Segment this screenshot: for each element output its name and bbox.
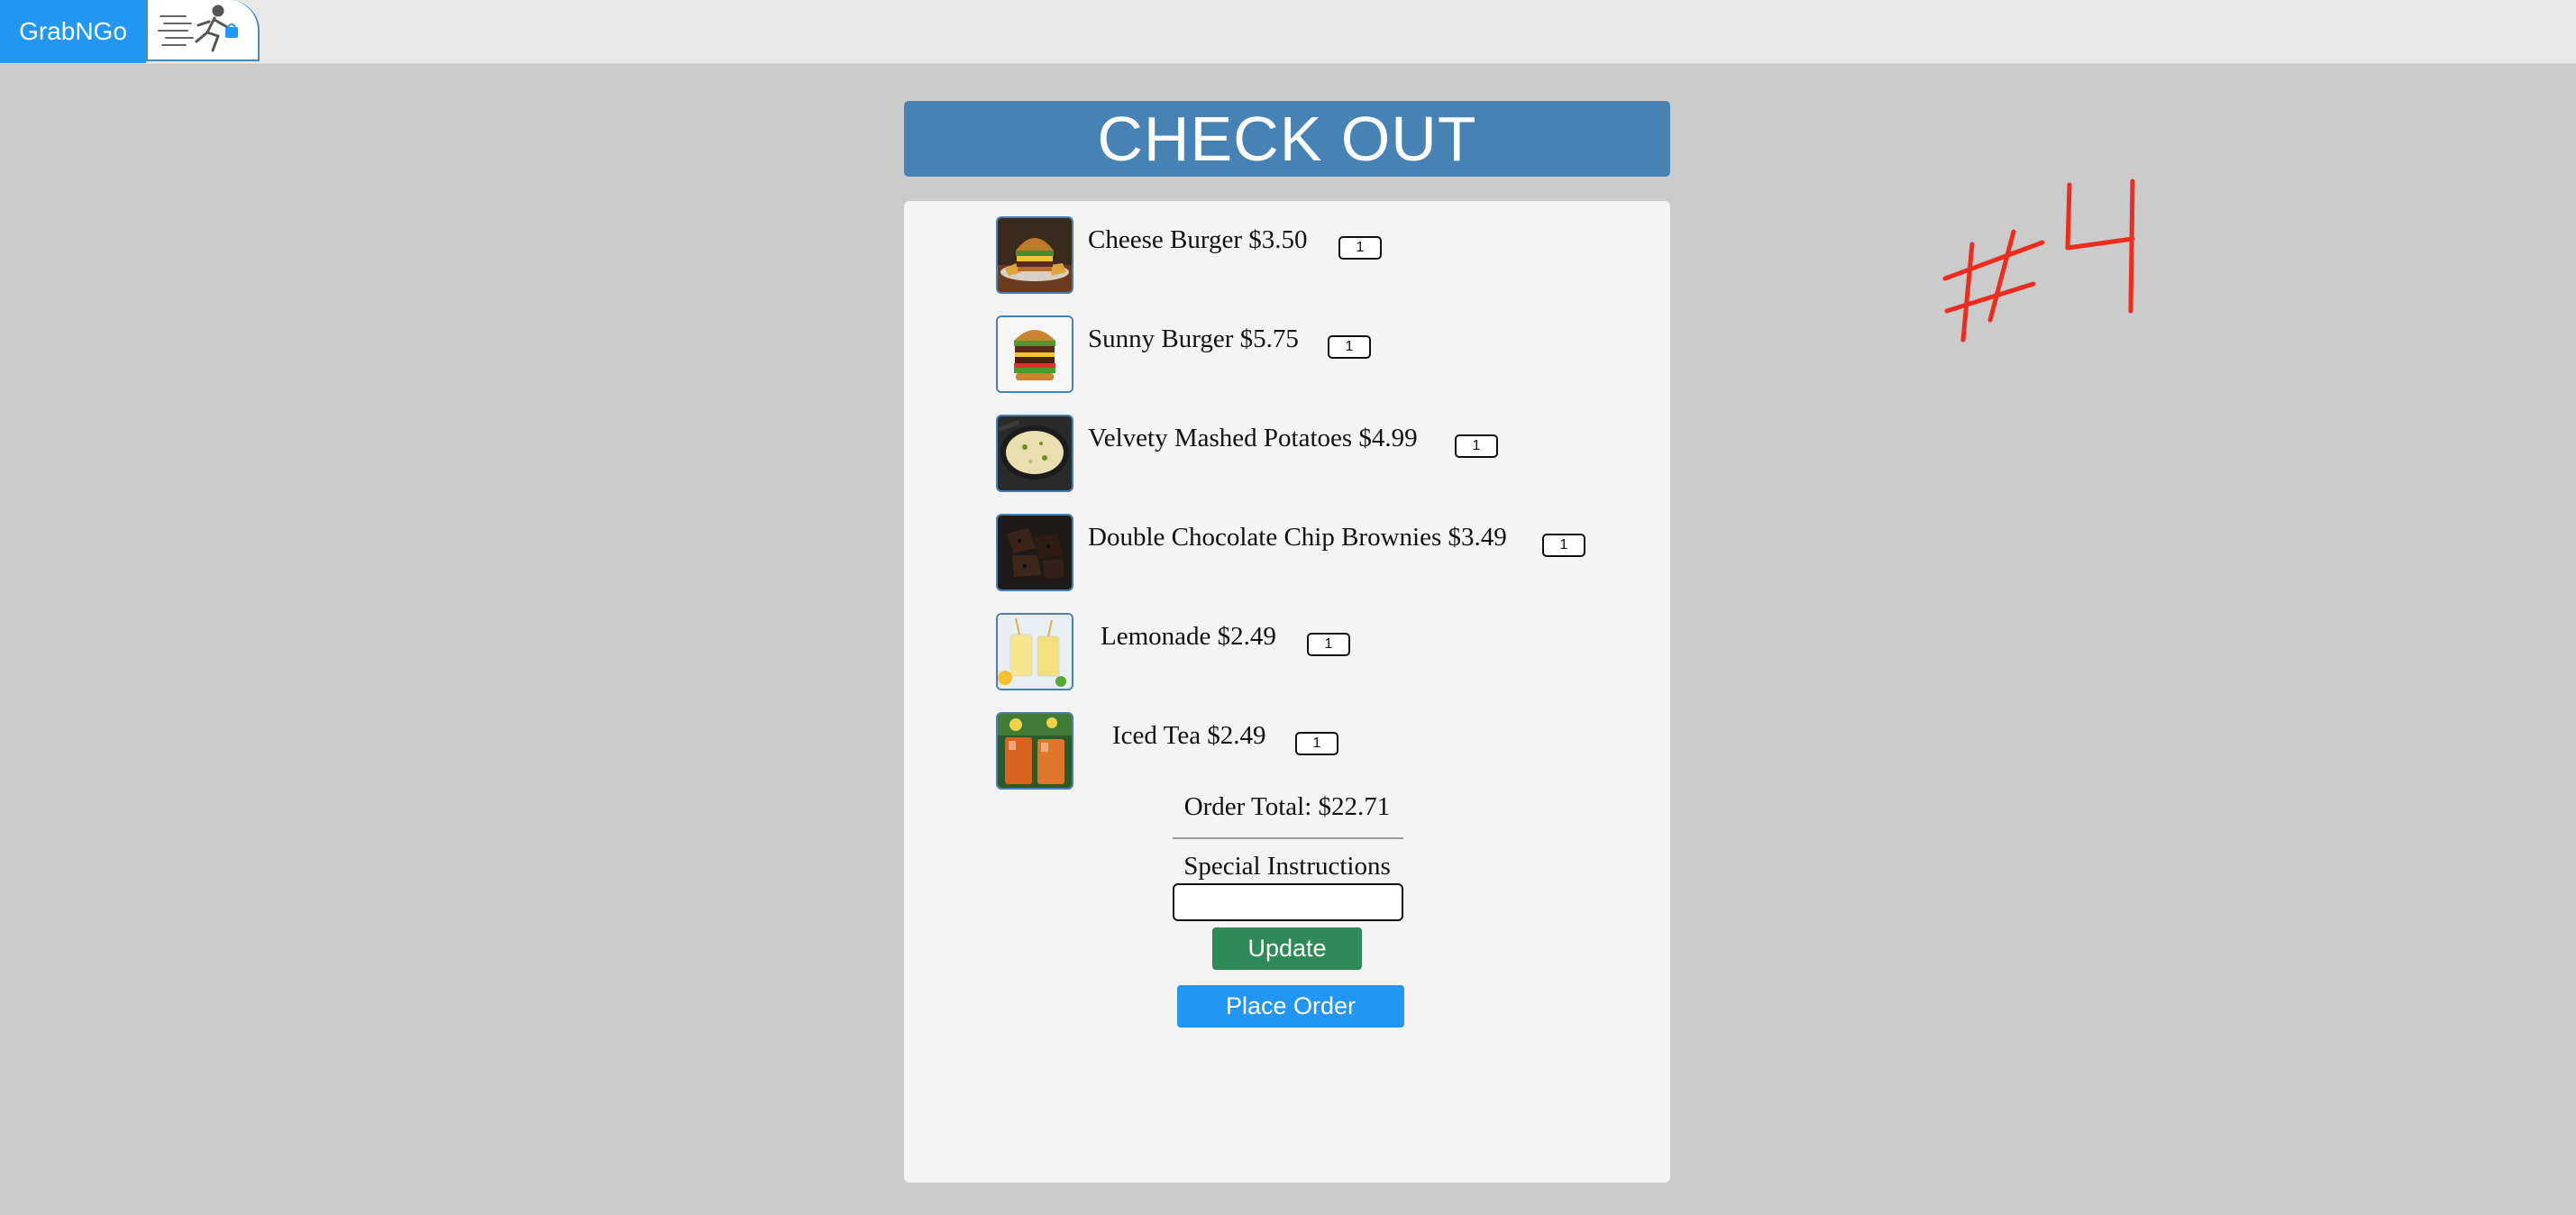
sunny-burger-image — [996, 315, 1073, 393]
place-order-button[interactable]: Place Order — [1177, 985, 1404, 1028]
item-label: Double Chocolate Chip Brownies $3.49 — [1088, 523, 1507, 552]
divider — [1173, 837, 1403, 839]
iced-tea-image — [996, 712, 1073, 790]
mashed-potatoes-image — [996, 415, 1073, 492]
cart-panel: Cheese Burger $3.50 1 Sunny Burger $5.75… — [904, 201, 1670, 1183]
cart-item: Velvety Mashed Potatoes $4.99 1 — [996, 415, 1627, 492]
quantity-input[interactable]: 1 — [1295, 732, 1338, 755]
item-label: Cheese Burger $3.50 — [1088, 225, 1308, 254]
quantity-input[interactable]: 1 — [1455, 434, 1498, 458]
special-instructions-input[interactable] — [1173, 883, 1403, 921]
item-label: Lemonade $2.49 — [1101, 622, 1276, 651]
cart-item: Double Chocolate Chip Brownies $3.49 1 — [996, 514, 1627, 591]
quantity-input[interactable]: 1 — [1542, 534, 1585, 557]
quantity-input[interactable]: 1 — [1307, 633, 1350, 656]
lemonade-image — [996, 613, 1073, 690]
logo-tab[interactable] — [146, 0, 260, 61]
cart-item: Sunny Burger $5.75 1 — [996, 315, 1627, 393]
item-label: Velvety Mashed Potatoes $4.99 — [1088, 424, 1418, 452]
quantity-input[interactable]: 1 — [1328, 335, 1371, 359]
handwritten-annotation — [1942, 178, 2135, 343]
cheese-burger-image — [996, 216, 1073, 294]
page-title: CHECK OUT — [904, 101, 1670, 177]
cart-item: Lemonade $2.49 1 — [996, 613, 1627, 690]
cart-item: Iced Tea $2.49 1 — [996, 712, 1627, 790]
order-total: Order Total: $22.71 — [1183, 792, 1391, 821]
special-instructions-label: Special Instructions — [1183, 852, 1391, 881]
cart-item: Cheese Burger $3.50 1 — [996, 216, 1627, 294]
top-nav-bar: GrabNGo — [0, 0, 2576, 64]
quantity-input[interactable]: 1 — [1338, 236, 1382, 260]
brand-link[interactable]: GrabNGo — [0, 0, 146, 63]
item-label: Iced Tea $2.49 — [1112, 721, 1266, 750]
update-button[interactable]: Update — [1212, 927, 1362, 970]
running-courier-logo-icon — [158, 5, 238, 52]
brownies-image — [996, 514, 1073, 591]
item-label: Sunny Burger $5.75 — [1088, 324, 1299, 353]
